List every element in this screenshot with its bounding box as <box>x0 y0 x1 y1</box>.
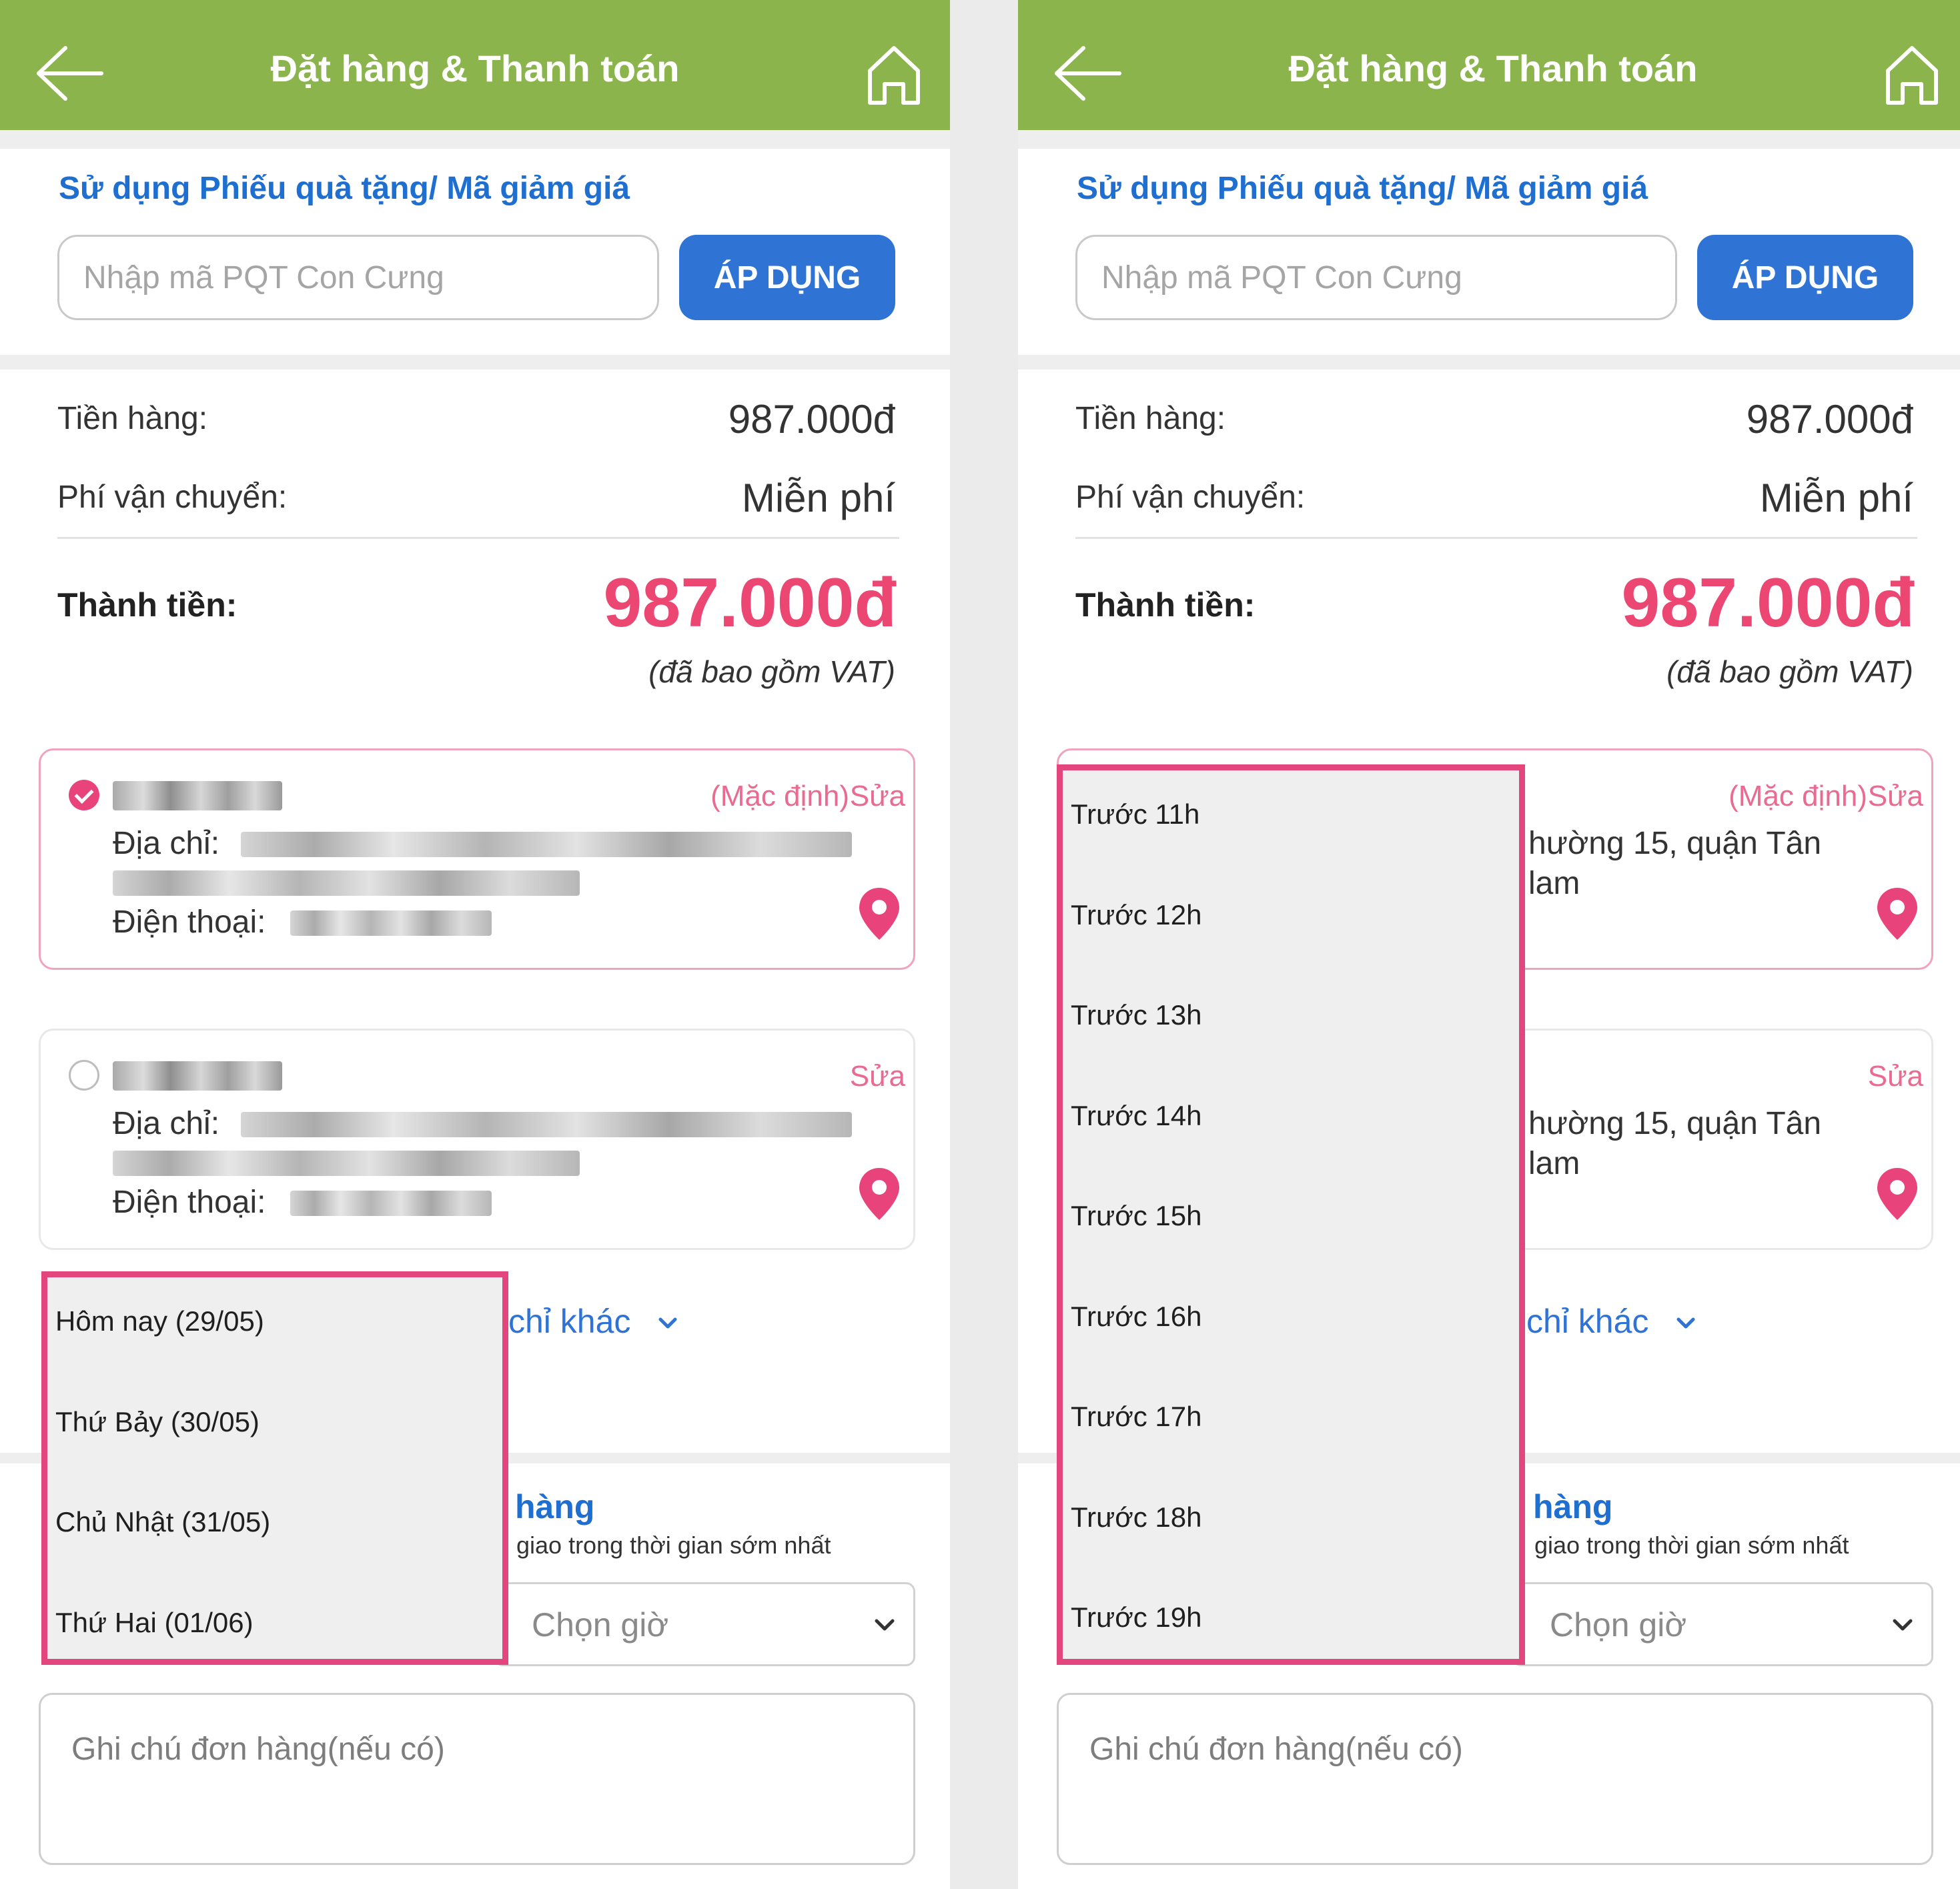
time-select[interactable]: Chọn giờ <box>1512 1582 1933 1666</box>
date-option[interactable]: Thứ Bảy (30/05) <box>55 1406 260 1438</box>
shipping-label: Phí vận chuyển: <box>1075 480 1306 515</box>
shipping-value: Miễn phí <box>1759 476 1913 520</box>
address-blurred <box>113 1151 580 1176</box>
voucher-title: Sử dụng Phiếu quà tặng/ Mã giảm giá <box>59 171 630 206</box>
time-option[interactable]: Trước 13h <box>1071 999 1202 1031</box>
time-select[interactable]: Chọn giờ <box>494 1582 915 1666</box>
time-option[interactable]: Trước 14h <box>1071 1100 1202 1132</box>
section-divider <box>0 130 950 149</box>
total-label: Thành tiền: <box>57 586 237 624</box>
app-header: Đặt hàng & Thanh toán <box>1018 0 1960 130</box>
radio-button[interactable] <box>69 1060 99 1091</box>
address-partial-line1: hường 15, quận Tân <box>1528 1106 1822 1141</box>
address-label: Địa chỉ: <box>113 1106 220 1141</box>
subtotal-label: Tiền hàng: <box>1075 401 1226 436</box>
address-label: Địa chỉ: <box>113 826 220 861</box>
date-option[interactable]: Hôm nay (29/05) <box>55 1305 264 1337</box>
recipient-name-blurred <box>113 1061 282 1091</box>
address-blurred <box>113 870 580 896</box>
phone-label: Điện thoại: <box>113 1185 266 1220</box>
summary-divider <box>57 537 899 539</box>
total-value: 987.000đ <box>1621 564 1915 642</box>
shipping-label: Phí vận chuyển: <box>57 480 288 515</box>
edit-address-link[interactable]: Sửa <box>850 1060 905 1093</box>
shipping-value: Miễn phí <box>741 476 895 520</box>
chevron-down-icon <box>875 1619 895 1631</box>
delivery-subtext: giao trong thời gian sớm nhất <box>1534 1531 1849 1559</box>
location-pin-icon[interactable] <box>1875 886 1919 941</box>
subtotal-value: 987.000đ <box>1746 397 1913 442</box>
delivery-heading: hàng <box>515 1488 595 1525</box>
section-divider <box>1018 355 1960 370</box>
voucher-code-input[interactable] <box>57 235 659 320</box>
section-divider <box>1018 130 1960 149</box>
chevron-down-icon[interactable] <box>1676 1315 1696 1331</box>
time-select-value: Chọn giờ <box>1550 1606 1687 1644</box>
app-header: Đặt hàng & Thanh toán <box>0 0 950 130</box>
address-partial-line1: hường 15, quận Tân <box>1528 826 1822 861</box>
phone-label: Điện thoại: <box>113 904 266 940</box>
edit-address-link[interactable]: Sửa <box>1868 780 1923 813</box>
date-option[interactable]: Thứ Hai (01/06) <box>55 1607 254 1639</box>
delivery-heading: hàng <box>1533 1488 1613 1525</box>
recipient-name-blurred <box>113 781 282 810</box>
time-select-value: Chọn giờ <box>532 1606 669 1644</box>
location-pin-icon[interactable] <box>857 1167 901 1221</box>
time-option[interactable]: Trước 12h <box>1071 899 1202 931</box>
chevron-down-icon <box>1893 1619 1913 1631</box>
time-option[interactable]: Trước 16h <box>1071 1301 1202 1333</box>
time-option[interactable]: Trước 18h <box>1071 1501 1202 1533</box>
phone-blurred <box>290 910 492 936</box>
date-dropdown[interactable]: Hôm nay (29/05) Thứ Bảy (30/05) Chủ Nhật… <box>41 1271 508 1665</box>
location-pin-icon[interactable] <box>857 886 901 941</box>
address-card[interactable]: Sửa Địa chỉ: Điện thoại: <box>39 1029 915 1250</box>
date-option[interactable]: Chủ Nhật (31/05) <box>55 1506 270 1538</box>
edit-address-link[interactable]: Sửa <box>1868 1060 1923 1093</box>
page-title: Đặt hàng & Thanh toán <box>270 47 680 89</box>
page-title: Đặt hàng & Thanh toán <box>1288 47 1698 89</box>
default-tag: (Mặc định) <box>710 780 849 812</box>
check-circle-icon[interactable] <box>69 780 99 810</box>
location-pin-icon[interactable] <box>1875 1167 1919 1221</box>
address-card-default[interactable]: (Mặc định) Sửa Địa chỉ: Điện thoại: <box>39 748 915 970</box>
default-tag: (Mặc định) <box>1729 780 1867 812</box>
apply-voucher-button[interactable]: ÁP DỤNG <box>679 235 895 320</box>
checkout-screen-date-picker: Đặt hàng & Thanh toán Sử dụng Phiếu quà … <box>0 0 950 1889</box>
edit-address-link[interactable]: Sửa <box>850 780 905 813</box>
summary-divider <box>1075 537 1917 539</box>
vat-note: (đã bao gồm VAT) <box>1666 654 1913 689</box>
home-icon[interactable] <box>866 44 922 108</box>
time-option[interactable]: Trước 19h <box>1071 1602 1202 1634</box>
time-option[interactable]: Trước 15h <box>1071 1200 1202 1232</box>
phone-blurred <box>290 1191 492 1216</box>
section-divider <box>0 355 950 370</box>
chevron-down-icon[interactable] <box>658 1315 678 1331</box>
order-note-textarea[interactable] <box>39 1693 915 1865</box>
delivery-subtext: giao trong thời gian sớm nhất <box>516 1531 831 1559</box>
address-partial-line2: lam <box>1528 1146 1580 1181</box>
subtotal-value: 987.000đ <box>728 397 895 442</box>
address-partial-line2: lam <box>1528 866 1580 901</box>
total-value: 987.000đ <box>603 564 897 642</box>
apply-voucher-button[interactable]: ÁP DỤNG <box>1697 235 1913 320</box>
checkout-screen-time-picker: Đặt hàng & Thanh toán Sử dụng Phiếu quà … <box>1018 0 1960 1889</box>
time-option[interactable]: Trước 17h <box>1071 1401 1202 1433</box>
voucher-title: Sử dụng Phiếu quà tặng/ Mã giảm giá <box>1077 171 1648 206</box>
home-icon[interactable] <box>1884 44 1940 108</box>
time-option[interactable]: Trước 11h <box>1071 798 1199 830</box>
address-blurred <box>241 832 852 857</box>
voucher-code-input[interactable] <box>1075 235 1677 320</box>
time-dropdown[interactable]: Trước 11h Trước 12h Trước 13h Trước 14h … <box>1057 764 1525 1665</box>
other-address-link[interactable]: chỉ khác <box>508 1302 630 1341</box>
subtotal-label: Tiền hàng: <box>57 401 208 436</box>
total-label: Thành tiền: <box>1075 586 1256 624</box>
vat-note: (đã bao gồm VAT) <box>648 654 895 689</box>
other-address-link[interactable]: chỉ khác <box>1526 1302 1648 1341</box>
order-note-textarea[interactable] <box>1057 1693 1933 1865</box>
address-blurred <box>241 1112 852 1137</box>
